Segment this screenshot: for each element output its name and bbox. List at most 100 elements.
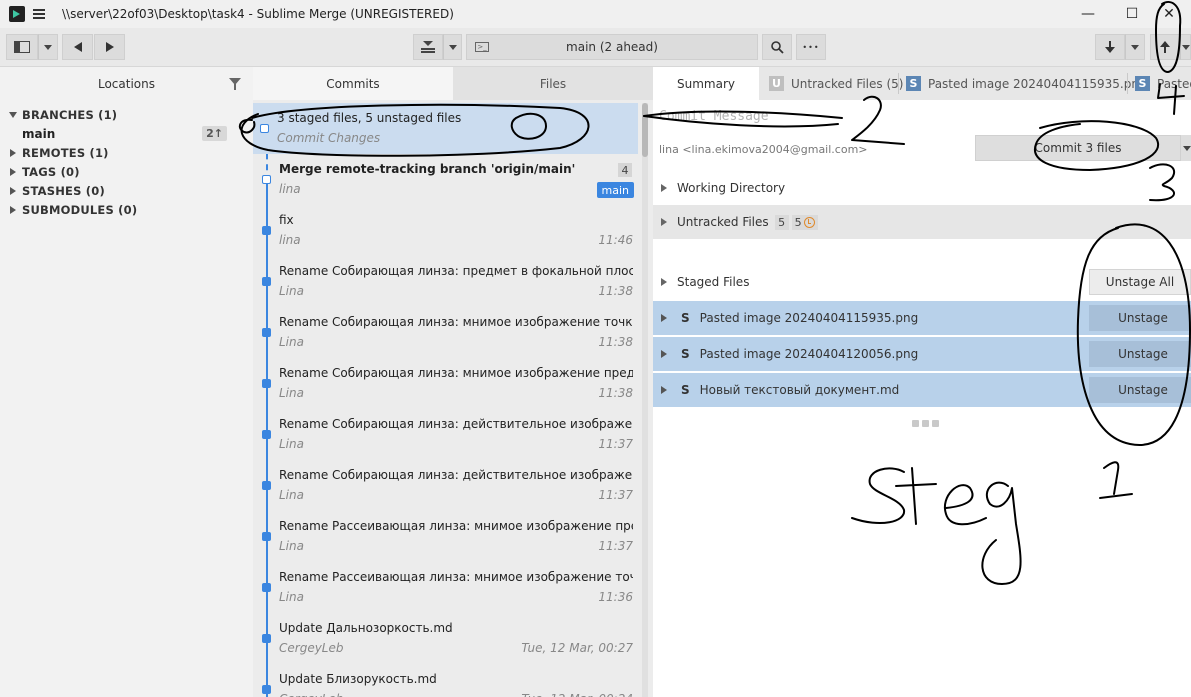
stashes-section[interactable]: STASHES (0) [0,181,253,200]
commit-time: 11:38 [598,284,633,298]
app-icon [9,6,25,22]
submodules-label: SUBMODULES (0) [22,202,138,217]
branch-item-main[interactable]: main 2↑ [0,124,253,143]
minimize-button[interactable]: — [1066,0,1110,28]
commit-time: 11:37 [598,488,633,502]
commit-button[interactable]: Commit 3 files [975,135,1181,161]
commit-list-scrollbar[interactable] [642,103,648,697]
commit-row-pending[interactable]: 3 staged files, 5 unstaged files Commit C… [253,103,638,154]
untracked-file-icon: U [769,76,784,91]
expand-icon[interactable] [661,314,667,322]
commit-row[interactable]: Rename Собирающая линза: действительное … [253,460,638,511]
commit-options-dropdown[interactable] [1181,135,1191,161]
filter-icon[interactable] [229,78,241,90]
staged-file-row[interactable]: S Новый текстовый документ.md Unstage [653,373,1191,407]
commit-author: Lina [279,590,304,604]
summary-tabs: Summary U Untracked Files (5) S Pasted i… [653,67,1191,100]
submodules-section[interactable]: SUBMODULES (0) [0,200,253,219]
staged-file-row[interactable]: S Pasted image 20240404115935.png Unstage [653,301,1191,335]
commit-node-icon [262,430,271,439]
commit-author: Lina [279,386,304,400]
commit-row[interactable]: Rename Собирающая линза: мнимое изображе… [253,358,638,409]
forward-button[interactable] [94,34,125,60]
pull-dropdown-button[interactable] [1125,34,1145,60]
pull-button[interactable] [1095,34,1125,60]
locations-sidebar: Locations BRANCHES (1) main 2↑ REMOTES (1… [0,67,253,697]
push-dropdown-button[interactable] [1180,34,1191,60]
commit-title: Rename Собирающая линза: действительное … [279,468,633,482]
commit-row[interactable]: Rename Собирающая линза: предмет в фокал… [253,256,638,307]
commit-row[interactable]: Rename Рассеивающая линза: мнимое изобра… [253,511,638,562]
stash-button[interactable] [413,34,443,60]
search-button[interactable] [762,34,792,60]
chevron-down-icon [44,44,52,50]
push-button[interactable] [1150,34,1180,60]
sidebar-dropdown-button[interactable] [38,34,58,60]
commit-node-icon [262,481,271,490]
branch-selector[interactable]: >_ main (2 ahead) [466,34,758,60]
pull-icon [1105,41,1115,53]
remotes-section[interactable]: REMOTES (1) [0,143,253,162]
commit-node-icon [262,226,271,235]
untracked-files-section[interactable]: Untracked Files 5 5 [653,205,1191,239]
close-button[interactable]: ✕ [1147,0,1191,28]
push-icon [1160,41,1170,53]
branches-section[interactable]: BRANCHES (1) [0,105,253,124]
staged-file-name: Новый текстовый документ.md [699,383,900,397]
file-count-badge: 4 [618,163,632,177]
chevron-down-icon [448,44,457,50]
commit-row[interactable]: Update Дальнозоркость.md CergeyLeb Tue, 12… [253,613,638,664]
commit-author: CergeyLeb [279,641,344,655]
commit-row[interactable]: Update Близорукость.md CergeyLeb Tue, 12 M… [253,664,638,697]
staged-file-row[interactable]: S Pasted image 20240404120056.png Unstage [653,337,1191,371]
tab-pasted-image-2[interactable]: S Pasted [1135,67,1191,100]
working-directory-section[interactable]: Working Directory [653,177,1191,199]
tab-untracked-files[interactable]: U Untracked Files (5) [769,67,903,100]
back-button[interactable] [62,34,93,60]
chevron-down-icon [1181,44,1190,50]
unstage-button[interactable]: Unstage [1089,377,1191,403]
commit-message-field[interactable] [653,101,1191,131]
expand-icon [661,218,667,226]
expand-icon [9,111,17,118]
remotes-label: REMOTES (1) [22,145,109,160]
toggle-sidebar-button[interactable] [6,34,38,60]
scroll-thumb[interactable] [642,103,648,157]
commit-message-input[interactable] [653,101,1191,131]
commit-row[interactable]: fix lina 11:46 [253,205,638,256]
staged-file-name: Pasted image 20240404120056.png [699,347,919,361]
commit-row[interactable]: Merge remote-tracking branch 'origin/mai… [253,154,638,205]
tab-pasted-image[interactable]: S Pasted image 20240404115935.png [906,67,1147,100]
tab-pasted2-label: Pasted [1157,76,1191,91]
commit-row[interactable]: Rename Собирающая линза: мнимое изображе… [253,307,638,358]
expand-icon [10,167,16,176]
working-directory-label: Working Directory [677,181,786,195]
commit-node-icon [262,328,271,337]
stash-dropdown-button[interactable] [443,34,462,60]
commit-row[interactable]: Rename Рассеивающая линза: мнимое изобра… [253,562,638,613]
commit-title: Rename Рассеивающая линза: мнимое изобра… [279,570,633,584]
unstage-all-button[interactable]: Unstage All [1089,269,1191,295]
commit-title: Rename Собирающая линза: действительное … [279,417,633,431]
toolbar: >_ main (2 ahead) ••• [0,28,1191,67]
staged-file-icon: S [906,76,921,91]
menu-icon[interactable] [33,9,45,19]
tags-section[interactable]: TAGS (0) [0,162,253,181]
tab-commits[interactable]: Commits [253,67,453,100]
tab-summary[interactable]: Summary [653,67,759,100]
chevron-down-icon [1183,146,1191,151]
branch-badge[interactable]: main [596,182,634,198]
locations-header: Locations [0,67,253,100]
commit-author[interactable]: lina <lina.ekimova2004@gmail.com> [659,143,868,156]
unstage-button[interactable]: Unstage [1089,341,1191,367]
loading-dots [912,420,939,427]
search-icon [770,40,784,54]
staged-status: S [681,347,690,361]
expand-icon [10,186,16,195]
unstage-button[interactable]: Unstage [1089,305,1191,331]
expand-icon[interactable] [661,386,667,394]
tab-files[interactable]: Files [453,67,653,100]
expand-icon[interactable] [661,350,667,358]
commit-row[interactable]: Rename Собирающая линза: действительное … [253,409,638,460]
more-button[interactable]: ••• [796,34,826,60]
